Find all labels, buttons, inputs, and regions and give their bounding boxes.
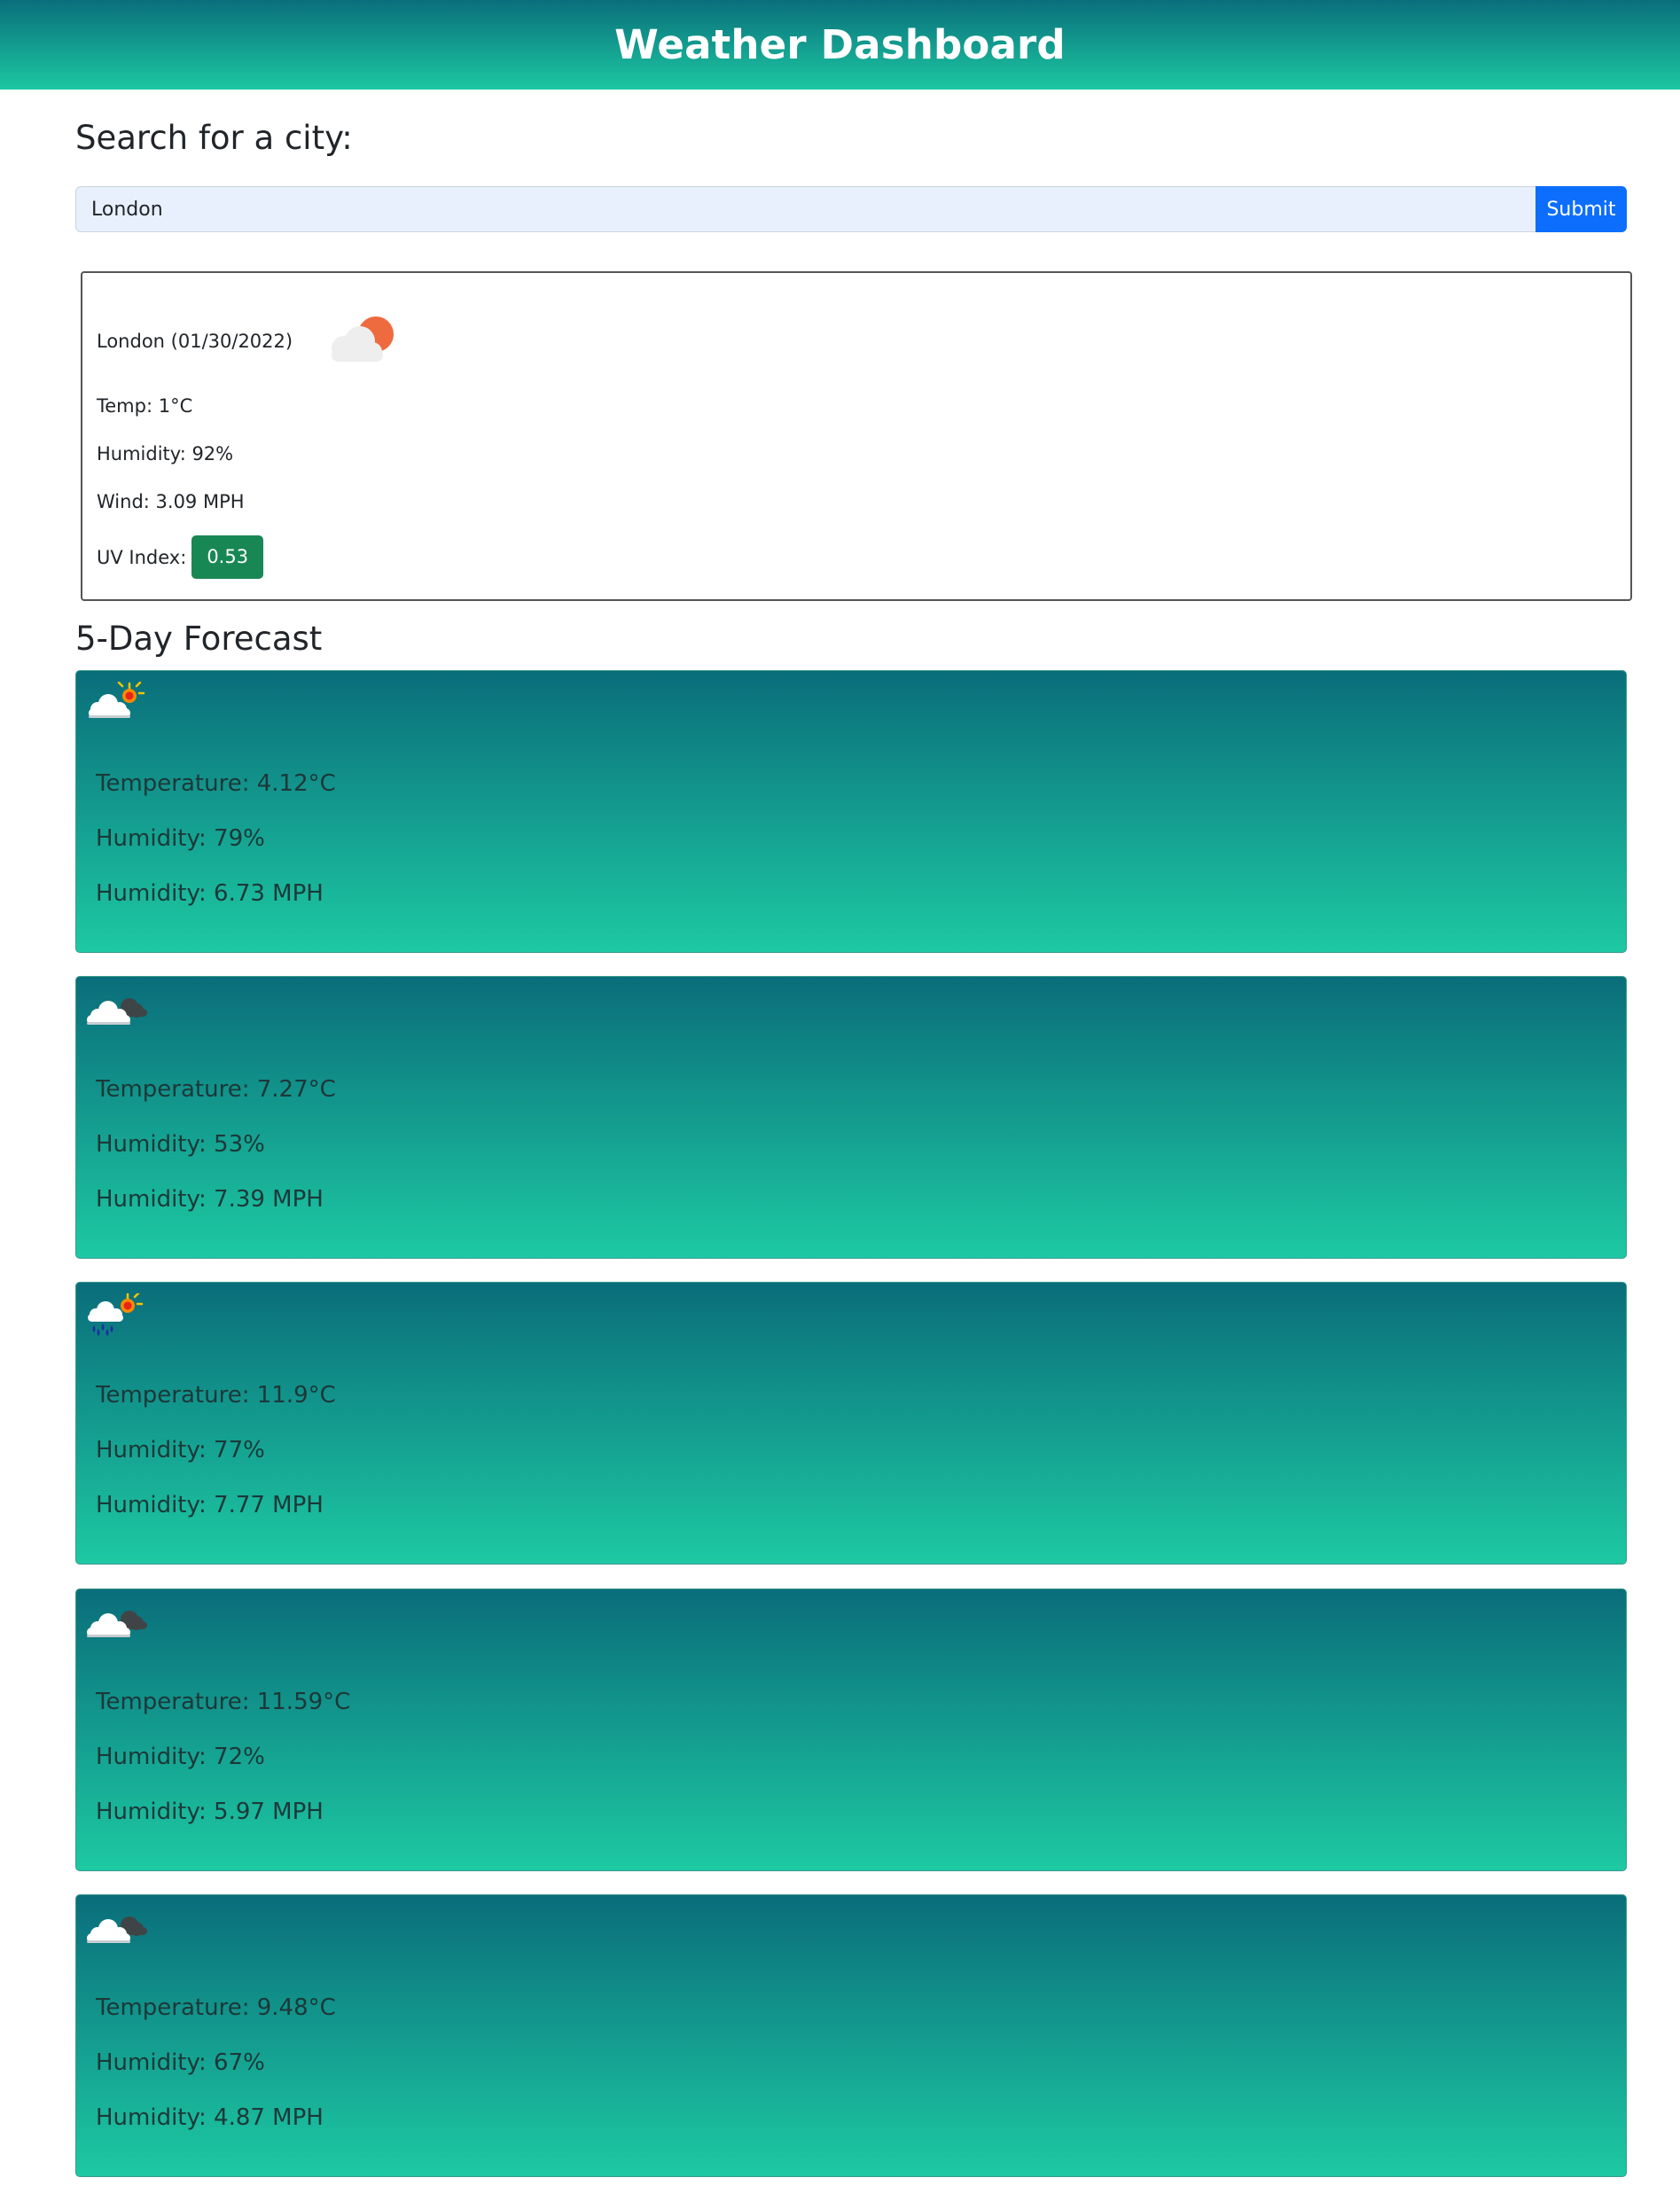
- forecast-wind: Humidity: 7.77 MPH: [96, 1492, 324, 1518]
- current-city-date: London (01/30/2022): [97, 331, 293, 352]
- forecast-humidity: Humidity: 67%: [96, 2049, 265, 2076]
- uv-index-badge: 0.53: [191, 535, 264, 579]
- current-weather-card: London (01/30/2022) Temp: 1°C Humidity: …: [81, 271, 1632, 601]
- search-form: Submit: [75, 186, 1627, 232]
- current-weather-title-row: London (01/30/2022): [97, 301, 402, 381]
- forecast-temperature: Temperature: 4.12°C: [96, 770, 336, 797]
- submit-button[interactable]: Submit: [1535, 186, 1627, 232]
- forecast-card: Temperature: 9.48°C Humidity: 67% Humidi…: [75, 1894, 1627, 2177]
- forecast-wind: Humidity: 7.39 MPH: [96, 1186, 324, 1213]
- uv-index-row: UV Index: 0.53: [97, 535, 264, 579]
- forecast-temperature: Temperature: 11.59°C: [96, 1689, 351, 1715]
- forecast-card: Temperature: 7.27°C Humidity: 53% Humidi…: [75, 976, 1627, 1259]
- forecast-heading: 5-Day Forecast: [75, 620, 323, 658]
- forecast-card: Temperature: 11.9°C Humidity: 77% Humidi…: [75, 1282, 1627, 1565]
- partly-sunny-icon: [89, 682, 145, 718]
- forecast-wind: Humidity: 6.73 MPH: [96, 880, 324, 907]
- cloudy-icon: [87, 1611, 147, 1637]
- city-search-input[interactable]: [75, 186, 1535, 232]
- current-humidity: Humidity: 92%: [97, 443, 234, 464]
- forecast-humidity: Humidity: 72%: [96, 1744, 265, 1770]
- cloudy-icon: [87, 1916, 147, 1943]
- forecast-humidity: Humidity: 53%: [96, 1131, 265, 1158]
- current-temp: Temp: 1°C: [97, 395, 193, 417]
- rain-sun-icon: [88, 1293, 144, 1336]
- page-title: Weather Dashboard: [614, 21, 1066, 68]
- forecast-temperature: Temperature: 9.48°C: [96, 1994, 336, 2021]
- forecast-temperature: Temperature: 11.9°C: [96, 1382, 336, 1409]
- forecast-wind: Humidity: 4.87 MPH: [96, 2104, 324, 2131]
- current-wind: Wind: 3.09 MPH: [97, 491, 245, 512]
- cloudy-icon: [87, 998, 147, 1025]
- forecast-humidity: Humidity: 79%: [96, 825, 265, 852]
- uv-index-label: UV Index:: [97, 546, 187, 568]
- forecast-temperature: Temperature: 7.27°C: [96, 1076, 336, 1103]
- search-heading: Search for a city:: [75, 119, 353, 157]
- cloud-sun-icon: [332, 316, 395, 362]
- app-header: Weather Dashboard: [0, 0, 1680, 90]
- forecast-humidity: Humidity: 77%: [96, 1437, 265, 1463]
- forecast-card: Temperature: 11.59°C Humidity: 72% Humid…: [75, 1588, 1627, 1871]
- forecast-wind: Humidity: 5.97 MPH: [96, 1799, 324, 1825]
- forecast-card: Temperature: 4.12°C Humidity: 79% Humidi…: [75, 670, 1627, 953]
